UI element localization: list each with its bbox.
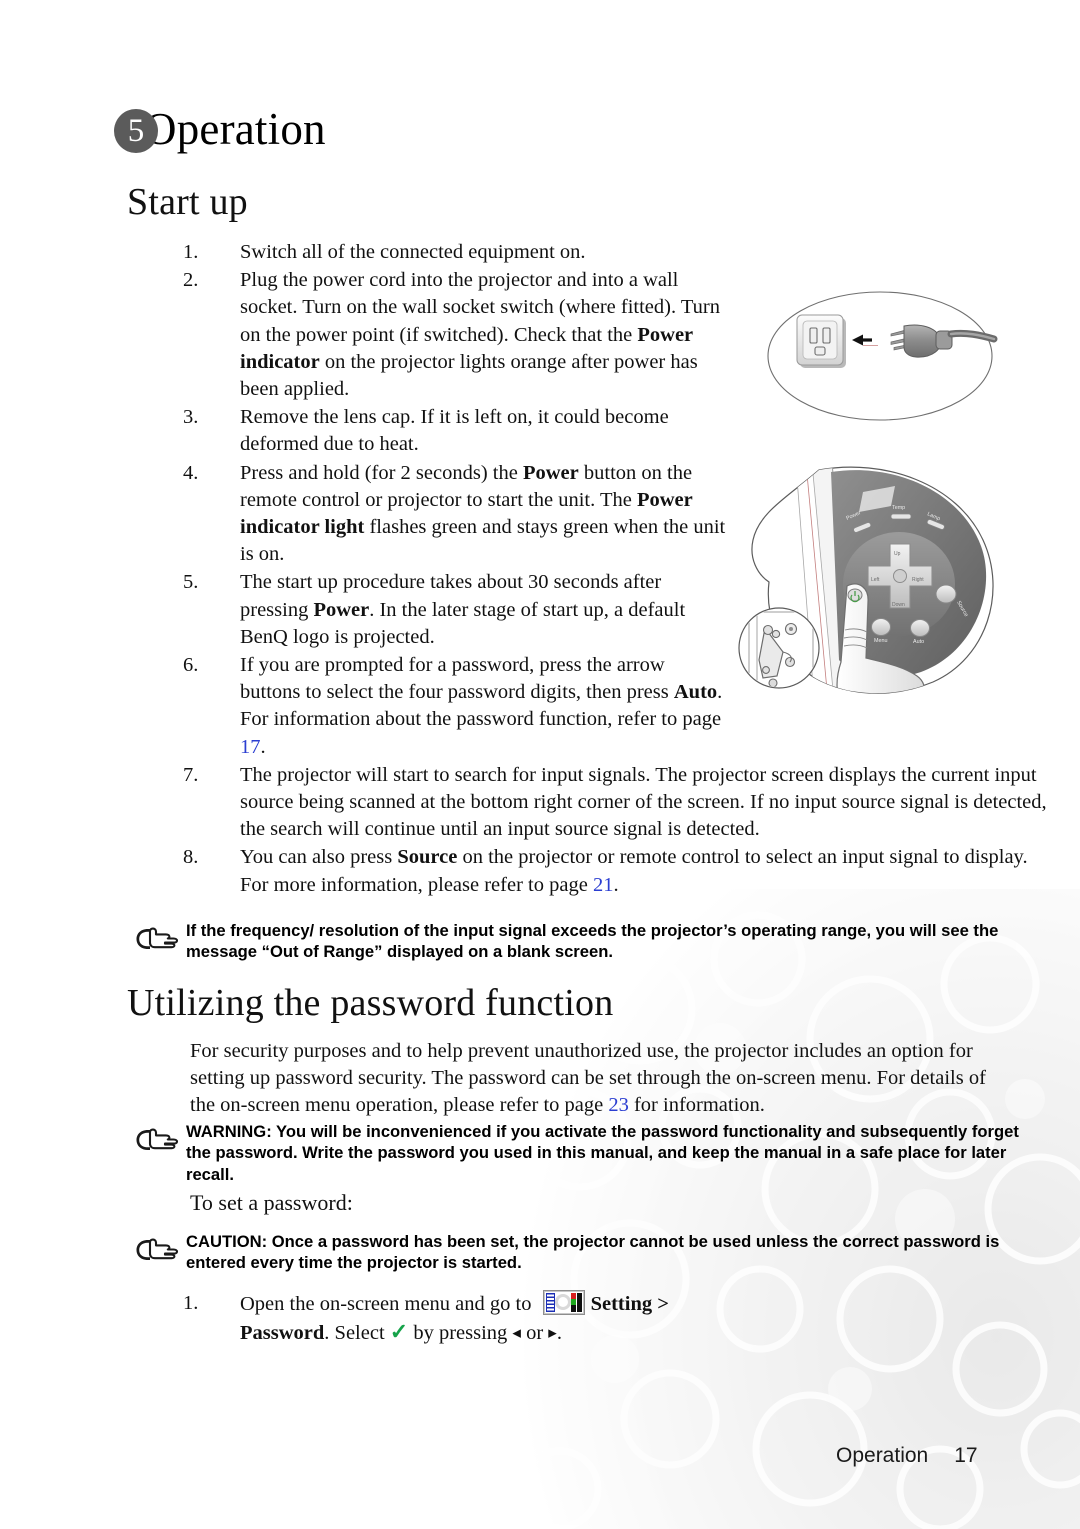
chapter-heading: 5 Operation [112, 98, 326, 160]
document-page: 5 Operation Start up 1. Switch all of the… [0, 0, 1080, 1529]
emphasis-term: Power indicator [240, 323, 693, 373]
arrow-key-glyph: ▸ [548, 1323, 557, 1343]
inset-detail [738, 607, 820, 689]
list-item: 8. You can also press Source on the proje… [183, 844, 1050, 898]
list-item: 1. Switch all of the connected equipment … [183, 239, 1050, 266]
page-reference-link[interactable]: 21 [593, 874, 614, 896]
set-password-step-list: 1. Open the on-screen menu and go to Sett… [183, 1290, 727, 1348]
emphasis-term: Power [313, 598, 370, 621]
section-heading-utilizing-password: Utilizing the password function [127, 982, 614, 1024]
list-item-text: The projector will start to search for i… [240, 763, 1047, 841]
label-right: Right [912, 577, 924, 583]
emphasis-term: Source [397, 846, 458, 869]
emphasis-term: Power [522, 461, 579, 484]
green-check-icon: ✓ [389, 1319, 409, 1345]
list-item-number: 4. [183, 461, 199, 484]
label-left: Left [871, 577, 880, 583]
chapter-title: Operation [144, 104, 326, 154]
emphasis-term: Setting > Password [240, 1293, 669, 1345]
list-item-text: If you are prompted for a password, pres… [240, 654, 723, 758]
pointing-hand-icon [136, 927, 179, 949]
list-item-text: Plug the power cord into the projector a… [240, 269, 720, 401]
list-item-number: 7. [183, 763, 199, 786]
list-item-text: Press and hold (for 2 seconds) the Power… [240, 461, 726, 566]
note-warning: WARNING: You will be inconvenienced if y… [135, 1121, 1041, 1185]
power-plug [890, 324, 998, 358]
arrow-key-glyph: ◂ [512, 1323, 521, 1343]
note-warning-text: WARNING: You will be inconvenienced if y… [186, 1122, 1019, 1184]
list-item: 1. Open the on-screen menu and go to Sett… [183, 1290, 727, 1347]
page-footer: Operation 17 [836, 1444, 978, 1468]
note-out-of-range: If the frequency/ resolution of the inpu… [135, 920, 1024, 963]
power-cord-into-wall-socket-illustration [767, 291, 998, 421]
list-item-text: You can also press Source on the project… [240, 846, 1028, 896]
chapter-number-badge: 5 [114, 109, 158, 153]
label-menu: Menu [874, 638, 888, 644]
projector-control-panel-illustration: Up Left Right Down Power Temp Lamp Sourc… [738, 466, 994, 694]
note-out-of-range-text: If the frequency/ resolution of the inpu… [186, 921, 999, 962]
wall-socket [796, 314, 846, 368]
list-item-text: Remove the lens cap. If it is left on, i… [240, 406, 669, 456]
list-item-text: Open the on-screen menu and go to Settin… [240, 1290, 727, 1347]
note-caution: CAUTION: Once a password has been set, t… [135, 1231, 1024, 1274]
list-item-number: 3. [183, 406, 199, 429]
list-item-number: 8. [183, 846, 199, 869]
subheading-to-set-a-password: To set a password: [190, 1190, 353, 1215]
password-intro-paragraph: For security purposes and to help preven… [190, 1040, 986, 1117]
emphasis-term: Power indicator light [240, 488, 693, 539]
list-item-number: 1. [183, 241, 199, 263]
pointing-hand-icon [136, 1238, 179, 1260]
page-reference-link[interactable]: 23 [608, 1094, 629, 1116]
section-heading-start-up: Start up [127, 181, 248, 223]
note-caution-text: CAUTION: Once a password has been set, t… [186, 1232, 1000, 1273]
footer-section-name: Operation [836, 1444, 929, 1467]
list-item-text: Switch all of the connected equipment on… [240, 241, 586, 263]
list-item-text: The start up procedure takes about 30 se… [240, 571, 686, 648]
label-down: Down [892, 602, 905, 608]
pointing-hand-icon [136, 1128, 179, 1150]
osd-setting-menu-icon [542, 1290, 585, 1315]
emphasis-term: Auto [673, 681, 718, 704]
list-item-number: 5. [183, 571, 199, 594]
footer-page-number: 17 [954, 1444, 978, 1467]
label-temp: Temp [892, 505, 905, 511]
left-arrow [852, 334, 878, 346]
page-reference-link[interactable]: 17 [240, 736, 261, 758]
list-item-number: 2. [183, 269, 199, 292]
list-item-number: 6. [183, 654, 199, 677]
list-item: 7. The projector will start to search for… [183, 762, 1050, 844]
label-up: Up [894, 551, 901, 557]
list-item-number: 1. [183, 1292, 199, 1314]
label-auto: Auto [913, 639, 924, 645]
